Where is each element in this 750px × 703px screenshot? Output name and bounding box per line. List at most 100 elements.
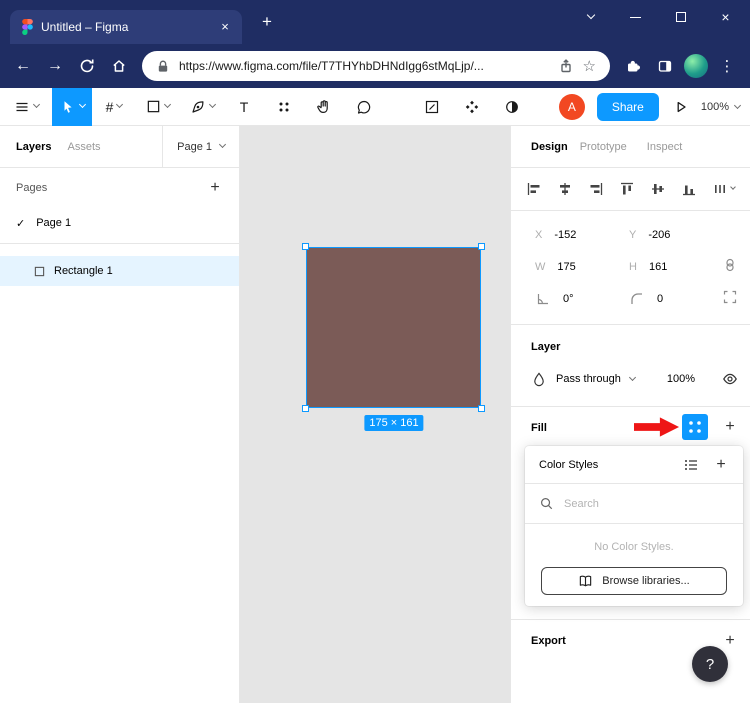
new-tab-button[interactable]: + [254,12,280,34]
back-button[interactable]: ← [8,51,38,81]
style-list-view-icon[interactable] [683,457,699,473]
move-tool-button[interactable] [52,88,92,126]
share-page-icon[interactable] [558,58,574,74]
zoom-menu[interactable]: 100% [701,101,740,113]
pages-section-header: Pages + [0,168,239,208]
tab-inspect[interactable]: Inspect [647,141,682,153]
x-value[interactable]: -152 [554,229,576,241]
frame-tool-button[interactable]: # [92,88,136,126]
opacity-value[interactable]: 100% [667,373,695,385]
tab-layers[interactable]: Layers [16,141,51,153]
resize-handle-sw[interactable] [302,405,309,412]
browse-libraries-label: Browse libraries... [602,575,689,587]
extensions-icon[interactable] [618,51,648,81]
bookmark-star-icon[interactable]: ☆ [583,57,596,75]
constrain-proportions-icon[interactable] [722,257,738,273]
tab-search-chevron-icon[interactable] [568,2,613,32]
y-field[interactable]: Y -206 [629,227,670,243]
user-avatar[interactable]: A [559,94,585,120]
comment-tool-button[interactable] [344,88,384,126]
home-button[interactable] [104,51,134,81]
height-field[interactable]: H 161 [629,259,667,275]
minimize-button[interactable] [613,2,658,32]
page-name: Page 1 [36,217,71,229]
close-window-button[interactable]: × [703,2,748,32]
pen-tool-button[interactable] [180,88,224,126]
frame-tool-icon: # [106,99,114,115]
resize-handle-nw[interactable] [302,243,309,250]
tab-prototype[interactable]: Prototype [580,141,627,153]
zoom-level: 100% [701,101,729,113]
forward-button[interactable]: → [40,51,70,81]
tab-close-icon[interactable]: × [216,18,234,36]
add-page-button[interactable]: + [207,180,223,196]
distribute-menu-icon[interactable] [712,181,735,197]
maximize-button[interactable] [658,2,703,32]
browser-profile-avatar[interactable] [684,54,708,78]
selection-actions [412,88,532,126]
page-list-item[interactable]: ✓ Page 1 [0,208,239,238]
corner-radius-value[interactable]: 0 [657,293,663,305]
color-styles-popup: Color Styles + No [525,446,743,606]
blend-row: Pass through 100% [531,369,738,389]
corner-radius-field[interactable]: 0 [629,291,663,307]
resize-handle-ne[interactable] [478,243,485,250]
page-selector[interactable]: Page 1 [162,126,239,168]
toolbar-right: A Share 100% [559,88,740,126]
align-horizontal-center-icon[interactable] [557,181,573,197]
x-field[interactable]: X -152 [535,227,576,243]
main-area: Layers Assets Page 1 Pages + ✓ Page 1 [0,126,750,703]
blend-mode-select[interactable]: Pass through [556,373,621,385]
resources-tool-button[interactable] [264,88,304,126]
text-tool-button[interactable]: T [224,88,264,126]
resize-handle-se[interactable] [478,405,485,412]
add-style-button[interactable]: + [713,457,729,473]
canvas[interactable]: 175 × 161 [240,126,510,703]
right-panel-tabs: Design Prototype Inspect [511,126,750,168]
present-button[interactable] [673,88,689,126]
align-top-icon[interactable] [619,181,635,197]
layer-name: Rectangle 1 [54,265,113,277]
rotation-field[interactable]: 0° [535,291,574,307]
popup-header: Color Styles + [525,446,743,484]
style-picker-button[interactable] [682,414,708,440]
browser-tab[interactable]: Untitled – Figma × [10,10,242,44]
tab-assets[interactable]: Assets [67,141,100,153]
visibility-eye-icon[interactable] [722,371,738,387]
url-text[interactable]: https://www.figma.com/file/T7THYhbDHNdIg… [179,59,549,73]
share-button[interactable]: Share [597,93,659,121]
x-label: X [535,229,542,241]
add-export-button[interactable]: + [722,633,738,649]
search-input[interactable] [564,498,729,510]
edit-object-button[interactable] [412,88,452,126]
side-panel-icon[interactable] [650,51,680,81]
design-panel: Design Prototype Inspect [510,126,750,703]
align-vertical-center-icon[interactable] [650,181,666,197]
align-bottom-icon[interactable] [681,181,697,197]
reload-button[interactable] [72,51,102,81]
main-menu-button[interactable] [0,88,52,126]
width-field[interactable]: W 175 [535,259,576,275]
hand-tool-button[interactable] [304,88,344,126]
address-bar[interactable]: https://www.figma.com/file/T7THYhbDHNdIg… [142,51,610,81]
help-button[interactable]: ? [692,646,728,682]
selected-rectangle[interactable] [306,247,481,408]
browse-libraries-button[interactable]: Browse libraries... [541,567,727,595]
mask-button[interactable] [492,88,532,126]
tab-design[interactable]: Design [531,141,568,153]
align-left-icon[interactable] [526,181,542,197]
create-component-button[interactable] [452,88,492,126]
layer-item-rectangle[interactable]: Rectangle 1 [0,256,239,286]
h-label: H [629,261,637,273]
add-fill-button[interactable]: + [722,419,738,435]
y-value[interactable]: -206 [648,229,670,241]
rectangle-tool-icon [146,99,161,114]
w-value[interactable]: 175 [557,261,575,273]
align-right-icon[interactable] [588,181,604,197]
shape-tool-button[interactable] [136,88,180,126]
browser-menu-icon[interactable]: ⋮ [712,51,742,81]
style-search-row[interactable] [525,484,743,524]
rotation-value[interactable]: 0° [563,293,574,305]
independent-corners-icon[interactable] [722,289,738,305]
h-value[interactable]: 161 [649,261,667,273]
